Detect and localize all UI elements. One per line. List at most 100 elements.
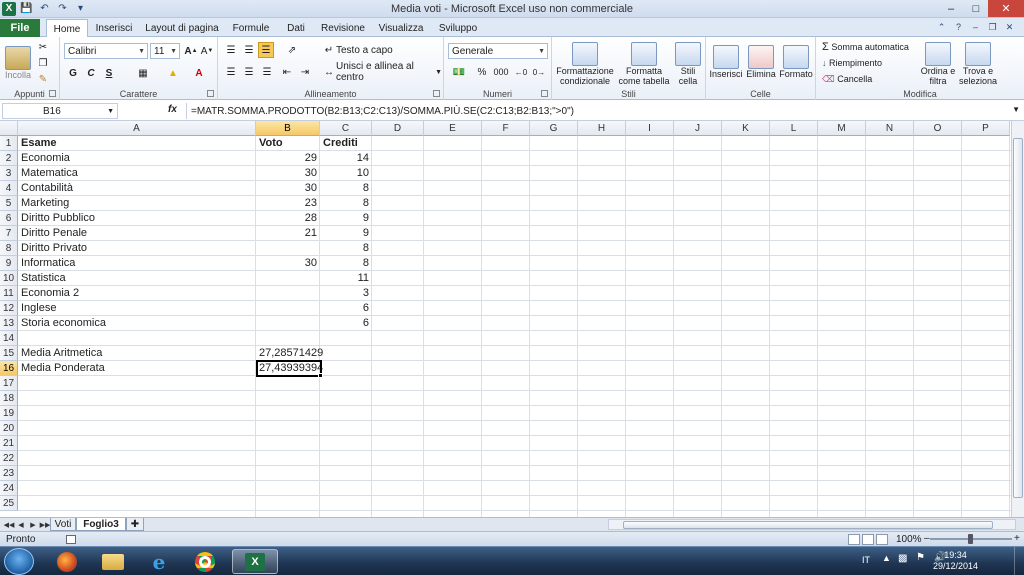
tab-insert[interactable]: Inserisci [92, 20, 136, 37]
column-header[interactable]: O [914, 121, 962, 136]
exam-name-cell[interactable]: Economia 2 [18, 286, 256, 301]
exam-name-cell[interactable]: Contabilità [18, 181, 256, 196]
grade-cell[interactable]: 29 [256, 151, 320, 166]
column-header[interactable]: E [424, 121, 482, 136]
tab-data[interactable]: Dati [282, 20, 310, 37]
column-header[interactable]: M [818, 121, 866, 136]
fill-color-icon[interactable]: ▲ [164, 65, 182, 81]
fill-button[interactable]: ↓ Riempimento [822, 56, 922, 70]
italic-button[interactable]: C [84, 65, 98, 81]
percent-button[interactable]: % [476, 65, 488, 79]
alignment-launcher-icon[interactable] [433, 90, 440, 97]
credits-cell[interactable]: 8 [320, 196, 372, 211]
grade-cell[interactable] [256, 271, 320, 286]
grade-cell[interactable]: 28 [256, 211, 320, 226]
normal-view-icon[interactable] [848, 534, 860, 545]
network-icon[interactable]: ▩ [898, 553, 907, 564]
prev-sheet-icon[interactable]: ◀ [16, 519, 26, 531]
format-cells-button[interactable]: Formato [778, 40, 814, 84]
column-header[interactable]: B [256, 121, 320, 136]
exam-name-cell[interactable]: Diritto Privato [18, 241, 256, 256]
grade-cell[interactable]: 30 [256, 166, 320, 181]
align-middle-icon[interactable]: ☰ [242, 43, 256, 57]
font-name-combo[interactable]: Calibri ▼ [64, 43, 148, 59]
media-aritmetica-label[interactable]: Media Aritmetica [18, 346, 256, 361]
cut-icon[interactable]: ✂ [36, 40, 50, 54]
format-as-table-button[interactable]: Formatta come tabella [616, 40, 672, 88]
paste-button[interactable]: Incolla [4, 40, 32, 86]
row-header[interactable]: 9 [0, 256, 18, 271]
tab-page-layout[interactable]: Layout di pagina [142, 20, 222, 37]
excel-icon[interactable]: X [232, 549, 278, 574]
grade-cell[interactable]: 30 [256, 181, 320, 196]
insert-sheet-icon[interactable]: ✚ [126, 518, 144, 531]
vertical-scrollbar[interactable] [1011, 121, 1024, 517]
credits-cell[interactable]: 8 [320, 241, 372, 256]
row-header[interactable]: 18 [0, 391, 18, 406]
exam-name-cell[interactable]: Diritto Penale [18, 226, 256, 241]
tab-file[interactable]: File [0, 19, 40, 37]
bold-button[interactable]: G [66, 65, 80, 81]
row-header[interactable]: 13 [0, 316, 18, 331]
credits-cell[interactable]: 9 [320, 226, 372, 241]
row-header[interactable]: 5 [0, 196, 18, 211]
delete-cells-button[interactable]: Elimina [744, 40, 778, 84]
firefox-icon[interactable] [48, 549, 86, 574]
media-ponderata-label[interactable]: Media Ponderata [18, 361, 256, 376]
row-header[interactable]: 4 [0, 181, 18, 196]
row-header[interactable]: 25 [0, 496, 18, 511]
header-cell-voto[interactable]: Voto [256, 136, 320, 151]
name-box[interactable]: B16 ▼ [2, 103, 118, 119]
minimize-button[interactable]: – [938, 0, 964, 17]
grow-font-icon[interactable]: A ▲ [184, 43, 198, 59]
copy-icon[interactable]: ❐ [36, 56, 50, 70]
cell-styles-button[interactable]: Stili cella [672, 40, 704, 88]
language-indicator[interactable]: IT [862, 555, 870, 565]
expand-formula-icon[interactable]: ▼ [1012, 105, 1020, 114]
conditional-formatting-button[interactable]: Formattazione condizionale [554, 40, 616, 88]
show-desktop-button[interactable] [1014, 547, 1024, 575]
credits-cell[interactable]: 8 [320, 256, 372, 271]
workbook-minimize-icon[interactable]: – [969, 20, 982, 34]
increase-decimal-icon[interactable]: ←0 [514, 65, 528, 79]
tab-view[interactable]: Visualizza [376, 20, 426, 37]
column-header[interactable]: D [372, 121, 424, 136]
shrink-font-icon[interactable]: A ▼ [200, 43, 214, 59]
row-header[interactable]: 6 [0, 211, 18, 226]
decrease-decimal-icon[interactable]: 0→ [532, 65, 546, 79]
find-select-button[interactable]: Trova e seleziona [958, 40, 998, 88]
chrome-icon[interactable] [186, 549, 224, 574]
column-header[interactable]: C [320, 121, 372, 136]
vertical-scroll-thumb[interactable] [1013, 138, 1023, 498]
column-header[interactable]: J [674, 121, 722, 136]
accounting-format-icon[interactable]: 💵 [450, 65, 468, 79]
column-header[interactable]: H [578, 121, 626, 136]
zoom-slider-thumb[interactable] [968, 534, 973, 544]
align-top-icon[interactable]: ☰ [224, 43, 238, 57]
system-clock[interactable]: 19:34 29/12/2014 [933, 550, 978, 572]
row-header[interactable]: 21 [0, 436, 18, 451]
column-header[interactable]: I [626, 121, 674, 136]
exam-name-cell[interactable]: Diritto Pubblico [18, 211, 256, 226]
autosum-button[interactable]: Σ Somma automatica [822, 40, 922, 54]
page-break-view-icon[interactable] [876, 534, 888, 545]
font-size-combo[interactable]: 11 ▼ [150, 43, 180, 59]
orientation-icon[interactable]: ⇗ [282, 43, 302, 57]
grade-cell[interactable] [256, 301, 320, 316]
column-header[interactable]: F [482, 121, 530, 136]
align-bottom-icon[interactable]: ☰ [258, 42, 274, 58]
column-header[interactable]: P [962, 121, 1010, 136]
tab-formulas[interactable]: Formule [228, 20, 274, 37]
zoom-out-icon[interactable]: – [924, 533, 930, 544]
header-cell-esame[interactable]: Esame [18, 136, 256, 151]
zoom-in-icon[interactable]: + [1014, 533, 1020, 544]
page-layout-view-icon[interactable] [862, 534, 874, 545]
internet-explorer-icon[interactable]: e [140, 549, 178, 574]
row-header[interactable]: 2 [0, 151, 18, 166]
credits-cell[interactable]: 6 [320, 301, 372, 316]
tab-developer[interactable]: Sviluppo [434, 20, 482, 37]
align-left-icon[interactable]: ☰ [224, 65, 238, 79]
maximize-button[interactable]: □ [964, 0, 988, 17]
thousands-separator-button[interactable]: 000 [492, 65, 510, 79]
tray-expand-icon[interactable]: ▲ [882, 553, 891, 563]
